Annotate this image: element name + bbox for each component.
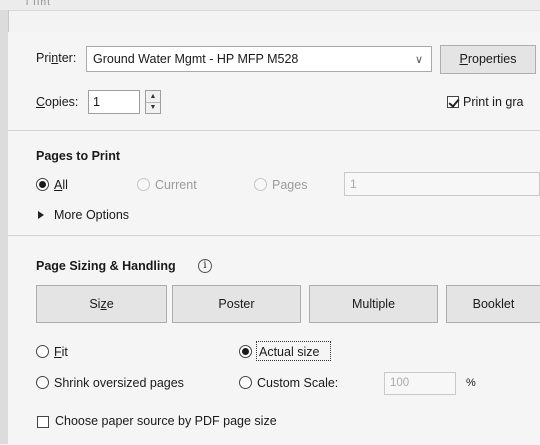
decrement-icon[interactable]: ▼ [146,102,160,113]
tab-booklet[interactable]: Booklet [446,285,540,323]
actual-size-label: Actual size [259,345,320,359]
expand-triangle-icon[interactable] [38,211,44,219]
chevron-down-icon: ∨ [414,54,423,66]
tab-size[interactable]: Size [36,285,167,323]
printer-select[interactable]: Ground Water Mgmt - HP MFP M528 ∨ [86,46,432,72]
custom-scale-input[interactable]: 100 [384,372,456,395]
print-in-grayscale-label: Print in gra [463,95,524,109]
tab-multiple[interactable]: Multiple [309,285,438,323]
pages-all-label: All [54,178,68,192]
copies-stepper[interactable]: ▲ ▼ [145,90,161,114]
choose-paper-source-label: Choose paper source by PDF page size [55,414,277,428]
info-icon[interactable]: i [198,259,212,273]
actual-size-radio[interactable] [239,345,252,358]
copies-input[interactable]: 1 [88,90,140,114]
percent-label: % [466,377,476,389]
tab-poster[interactable]: Poster [172,285,301,323]
pages-current-label: Current [155,178,197,192]
more-options-toggle[interactable]: More Options [54,208,129,222]
properties-button[interactable]: Properties [440,45,536,74]
shrink-oversized-radio[interactable] [36,376,49,389]
page-sizing-heading: Page Sizing & Handling [36,259,176,273]
print-in-grayscale-checkbox[interactable] [447,96,459,108]
print-dialog: l ıınt Printer: Ground Water Mgmt - HP M… [0,0,540,445]
printer-label: Printer: [36,51,77,65]
window-title: l ıınt [26,0,51,8]
pages-to-print-heading: Pages to Print [36,149,121,163]
pages-range-radio[interactable] [254,178,267,191]
copies-label: Copies: [36,95,79,109]
fit-label: Fit [54,345,68,359]
custom-scale-label: Custom Scale: [257,376,339,390]
choose-paper-source-checkbox[interactable] [37,416,49,428]
pages-all-radio[interactable] [36,178,49,191]
fit-radio[interactable] [36,345,49,358]
shrink-oversized-label: Shrink oversized pages [54,376,184,390]
title-bar: l ıınt [0,0,540,11]
pages-current-radio[interactable] [137,178,150,191]
custom-scale-radio[interactable] [239,376,252,389]
pages-range-input[interactable]: 1 [344,172,540,196]
printer-selected-value: Ground Water Mgmt - HP MFP M528 [93,52,299,66]
pages-range-label: Pages [272,178,308,192]
